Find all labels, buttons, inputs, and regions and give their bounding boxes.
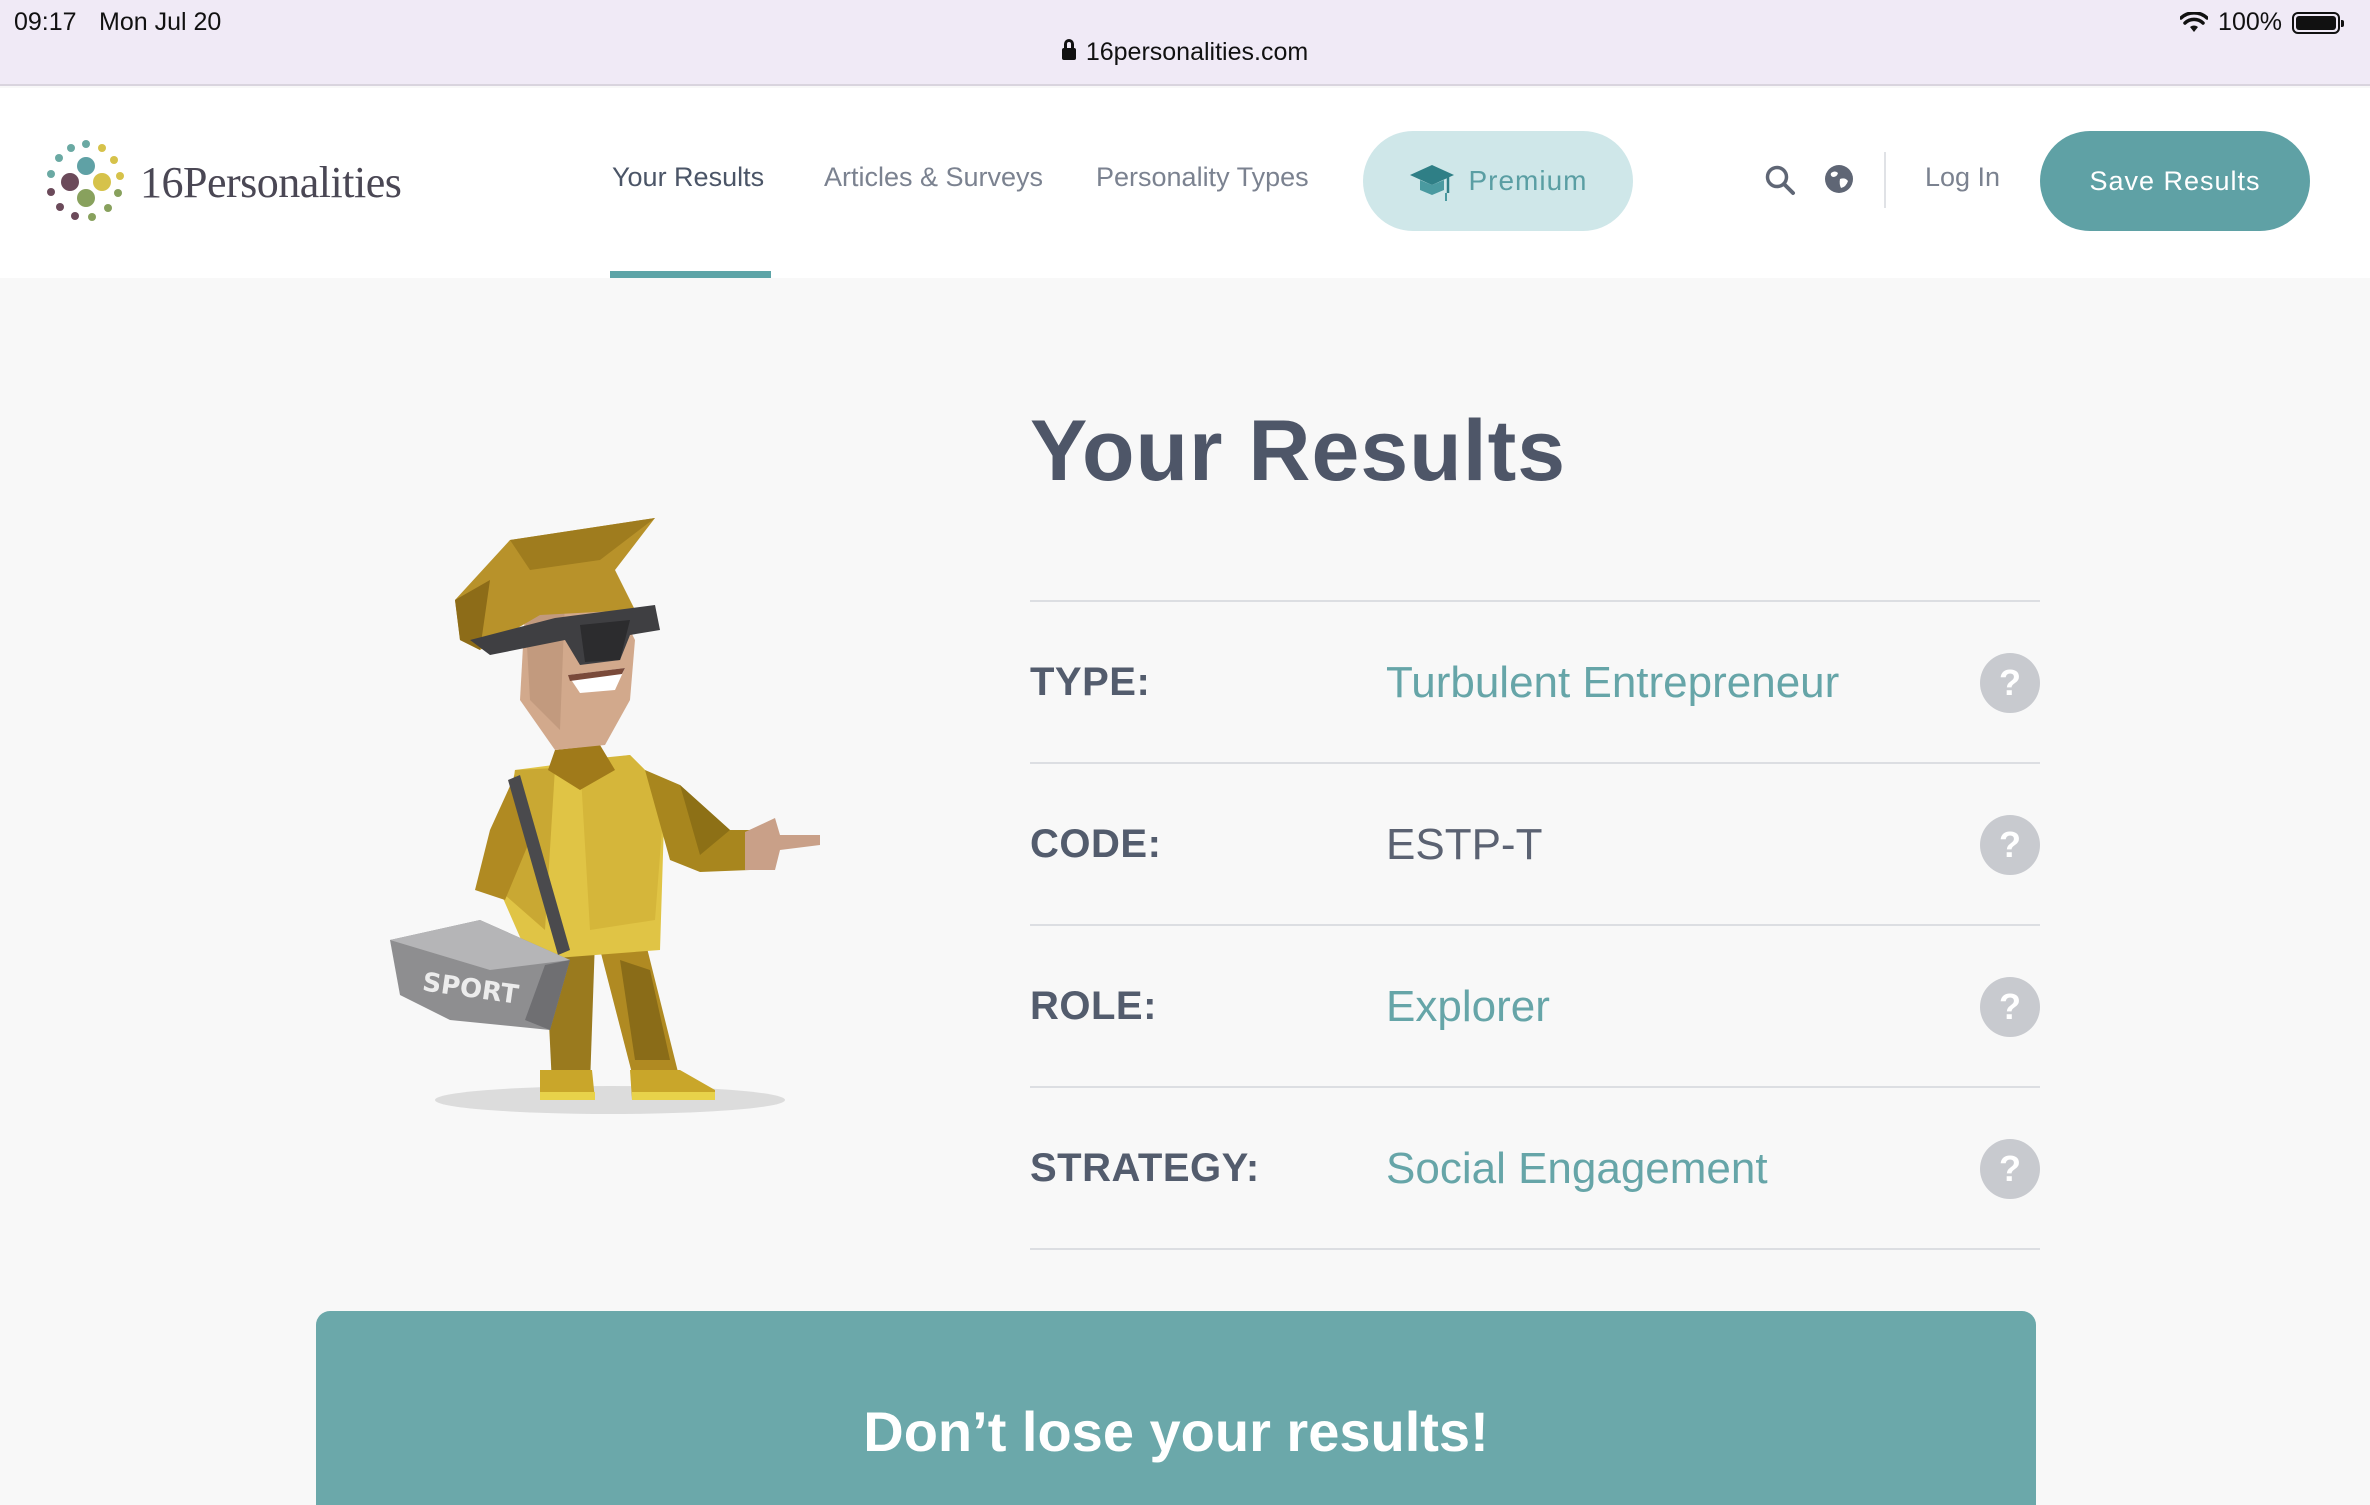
site-logo[interactable]: 16Personalities bbox=[42, 138, 402, 226]
battery-icon bbox=[2292, 11, 2344, 34]
address-bar[interactable]: 16personalities.com bbox=[0, 38, 2370, 67]
result-row-role: ROLE: Explorer ? bbox=[1030, 926, 2040, 1088]
result-value-role[interactable]: Explorer bbox=[1386, 982, 1550, 1032]
result-label: CODE: bbox=[1030, 822, 1162, 866]
help-icon[interactable]: ? bbox=[1980, 815, 2040, 875]
logo-text: 16Personalities bbox=[140, 157, 402, 207]
status-bar: 09:17 Mon Jul 20 16personalities.com 100… bbox=[0, 0, 2370, 86]
result-value-code: ESTP-T bbox=[1386, 820, 1543, 869]
result-label: TYPE: bbox=[1030, 660, 1151, 704]
result-value-type[interactable]: Turbulent Entrepreneur bbox=[1386, 658, 1839, 708]
result-label: ROLE: bbox=[1030, 984, 1157, 1028]
help-icon[interactable]: ? bbox=[1980, 977, 2040, 1037]
logo-dots-icon bbox=[47, 140, 124, 221]
status-date: Mon Jul 20 bbox=[99, 8, 222, 36]
result-row-type: TYPE: Turbulent Entrepreneur ? bbox=[1030, 602, 2040, 764]
active-tab-indicator bbox=[610, 271, 771, 278]
globe-icon[interactable] bbox=[1824, 164, 1854, 194]
wifi-icon bbox=[2180, 11, 2209, 32]
result-row-strategy: STRATEGY: Social Engagement ? bbox=[1030, 1088, 2040, 1250]
status-indicators: 100% bbox=[2180, 8, 2344, 37]
page-title: Your Results bbox=[1030, 403, 1567, 499]
top-navigation: 16Personalities Your Results Articles & … bbox=[0, 88, 2370, 278]
result-row-code: CODE: ESTP-T ? bbox=[1030, 764, 2040, 926]
result-value-strategy[interactable]: Social Engagement bbox=[1386, 1144, 1768, 1194]
help-icon[interactable]: ? bbox=[1980, 653, 2040, 713]
premium-button[interactable]: Premium bbox=[1363, 131, 1633, 231]
save-results-banner: Don’t lose your results! bbox=[316, 1311, 2036, 1505]
premium-label: Premium bbox=[1468, 165, 1588, 196]
address-url: 16personalities.com bbox=[1085, 38, 1309, 66]
graduation-cap-icon bbox=[1410, 165, 1455, 201]
lock-icon bbox=[1061, 39, 1076, 60]
nav-divider bbox=[1884, 152, 1886, 208]
status-time: 09:17 bbox=[14, 8, 77, 36]
nav-articles-surveys[interactable]: Articles & Surveys bbox=[824, 162, 1043, 193]
search-icon[interactable] bbox=[1764, 164, 1796, 196]
save-results-button[interactable]: Save Results bbox=[2040, 131, 2310, 231]
results-table: TYPE: Turbulent Entrepreneur ? CODE: EST… bbox=[1030, 600, 2040, 1250]
nav-personality-types[interactable]: Personality Types bbox=[1096, 162, 1309, 193]
help-icon[interactable]: ? bbox=[1980, 1139, 2040, 1199]
login-link[interactable]: Log In bbox=[1925, 162, 2000, 193]
explorer-character-illustration: SPORT bbox=[390, 518, 820, 1114]
result-label: STRATEGY: bbox=[1030, 1146, 1260, 1190]
nav-your-results[interactable]: Your Results bbox=[612, 162, 764, 193]
banner-heading: Don’t lose your results! bbox=[863, 1400, 1489, 1463]
battery-percent: 100% bbox=[2218, 8, 2282, 36]
